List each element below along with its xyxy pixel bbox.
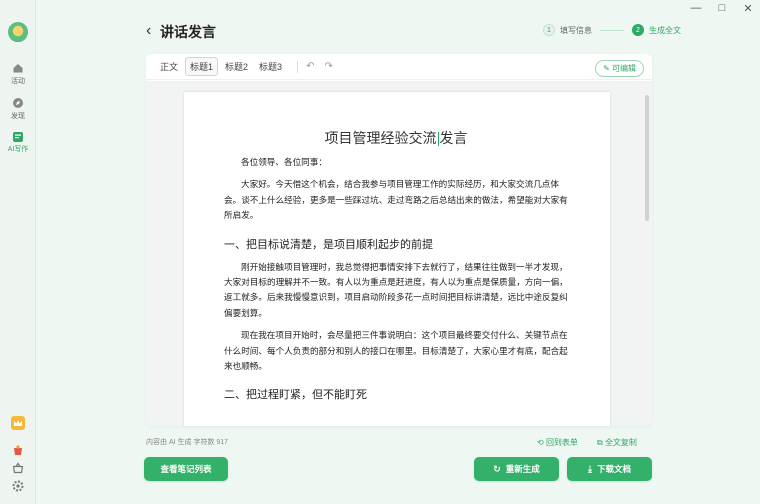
step-number: 2 — [632, 24, 644, 36]
ai-generated-note: 内容由 AI 生成 字符数 917 — [146, 439, 229, 446]
back-button[interactable]: ‹ — [146, 22, 151, 40]
sidebar-item-label: 发现 — [11, 113, 25, 120]
copy-all-label: 全文复制 — [604, 438, 637, 447]
refresh-icon: ↻ — [493, 463, 501, 474]
back-to-form-link[interactable]: ⟲ 回到表单 — [537, 437, 578, 448]
download-icon: ⤓ — [588, 463, 592, 474]
notes-list-label: 查看笔记列表 — [160, 464, 212, 474]
gift-button[interactable] — [0, 443, 36, 461]
notes-list-button[interactable]: 查看笔记列表 — [144, 457, 228, 481]
maximize-button[interactable]: □ — [716, 2, 728, 15]
minimize-button[interactable]: — — [690, 2, 702, 15]
editor-panel: 正文 标题1 标题2 标题3 ↶ ↷ ✎ 可编辑 项目管理经验交流 发言 各位领导… — [146, 54, 652, 426]
step-indicator: 1 填写信息 2 生成全文 — [543, 24, 681, 36]
gift-icon — [14, 445, 22, 455]
close-button[interactable]: ✕ — [742, 2, 754, 15]
document-title-text: 项目管理经验交流 — [324, 131, 437, 147]
step-label: 填写信息 — [560, 25, 592, 35]
paragraph: 大家好。今天借这个机会，结合我参与项目管理工作的实际经历，和大家交流几点体会。谈… — [224, 180, 568, 222]
text-cursor — [437, 132, 439, 146]
copy-all-link[interactable]: ⧉ 全文复制 — [597, 437, 637, 448]
style-heading1-button[interactable]: 标题1 — [185, 57, 219, 76]
basket-icon — [12, 462, 24, 474]
sidebar-item-discover[interactable]: 发现 — [0, 97, 36, 121]
gear-icon — [12, 480, 24, 492]
app-logo — [8, 22, 28, 42]
download-label: 下载文档 — [596, 464, 631, 474]
back-to-form-label: 回到表单 — [545, 438, 578, 447]
ai-write-icon — [13, 132, 23, 142]
sidebar-item-activity[interactable]: 活动 — [0, 62, 36, 86]
sidebar: 活动 发现 AI写作 — [0, 0, 36, 504]
salutation: 各位领导、各位同事： — [241, 158, 327, 168]
regenerate-label: 重新生成 — [505, 464, 540, 474]
document-title: 项目管理经验交流 发言 — [224, 128, 568, 148]
step-label: 生成全文 — [649, 25, 681, 35]
download-button[interactable]: ⤓ 下载文档 — [567, 457, 652, 481]
style-body-button[interactable]: 正文 — [156, 58, 182, 75]
copy-icon: ⧉ — [597, 438, 605, 447]
window-controls: — □ ✕ — [690, 2, 754, 15]
vip-crown-button[interactable] — [0, 416, 36, 435]
editor-toolbar: 正文 标题1 标题2 标题3 ↶ ↷ — [146, 54, 652, 80]
style-heading2-button[interactable]: 标题2 — [221, 58, 252, 75]
document-area: 项目管理经验交流 发言 各位领导、各位同事： 大家好。今天借这个机会，结合我参与项… — [146, 81, 652, 426]
page-title: 讲话发言 — [160, 24, 216, 40]
compass-icon — [13, 98, 23, 108]
section-heading: 一、把目标说清楚，是项目顺利起步的前提 — [224, 237, 433, 251]
document-scrollbar[interactable] — [645, 95, 649, 221]
paragraph: 现在我在项目开始时，会尽量把三件事说明白：这个项目最终要交付什么、关键节点在什么… — [224, 331, 568, 373]
refresh-icon: ⟲ — [537, 438, 546, 447]
sidebar-item-label: 活动 — [11, 78, 25, 85]
basket-button[interactable] — [0, 461, 36, 479]
style-heading3-button[interactable]: 标题3 — [255, 58, 286, 75]
document-title-text-end: 发言 — [439, 131, 468, 147]
crown-icon — [11, 416, 25, 430]
section-heading: 二、把过程盯紧，但不能盯死 — [224, 388, 367, 402]
editable-label: 可编辑 — [612, 64, 636, 73]
undo-icon[interactable]: ↶ — [306, 61, 314, 72]
document-page[interactable]: 项目管理经验交流 发言 各位领导、各位同事： 大家好。今天借这个机会，结合我参与项… — [184, 92, 610, 426]
step-connector — [600, 29, 624, 31]
pencil-icon: ✎ — [603, 64, 612, 73]
settings-button[interactable] — [0, 479, 36, 497]
editable-badge[interactable]: ✎ 可编辑 — [595, 60, 644, 77]
regenerate-button[interactable]: ↻ 重新生成 — [474, 457, 559, 481]
sidebar-item-label: AI写作 — [7, 146, 29, 153]
sidebar-item-ai-write[interactable]: AI写作 — [0, 131, 36, 154]
redo-icon[interactable]: ↷ — [324, 61, 332, 72]
paragraph: 刚开始接触项目管理时，我总觉得把事情安排下去就行了，结果往往做到一半才发现，大家… — [224, 262, 568, 319]
home-icon — [13, 64, 23, 73]
step-number: 1 — [543, 24, 555, 36]
toolbar-divider — [297, 60, 299, 73]
